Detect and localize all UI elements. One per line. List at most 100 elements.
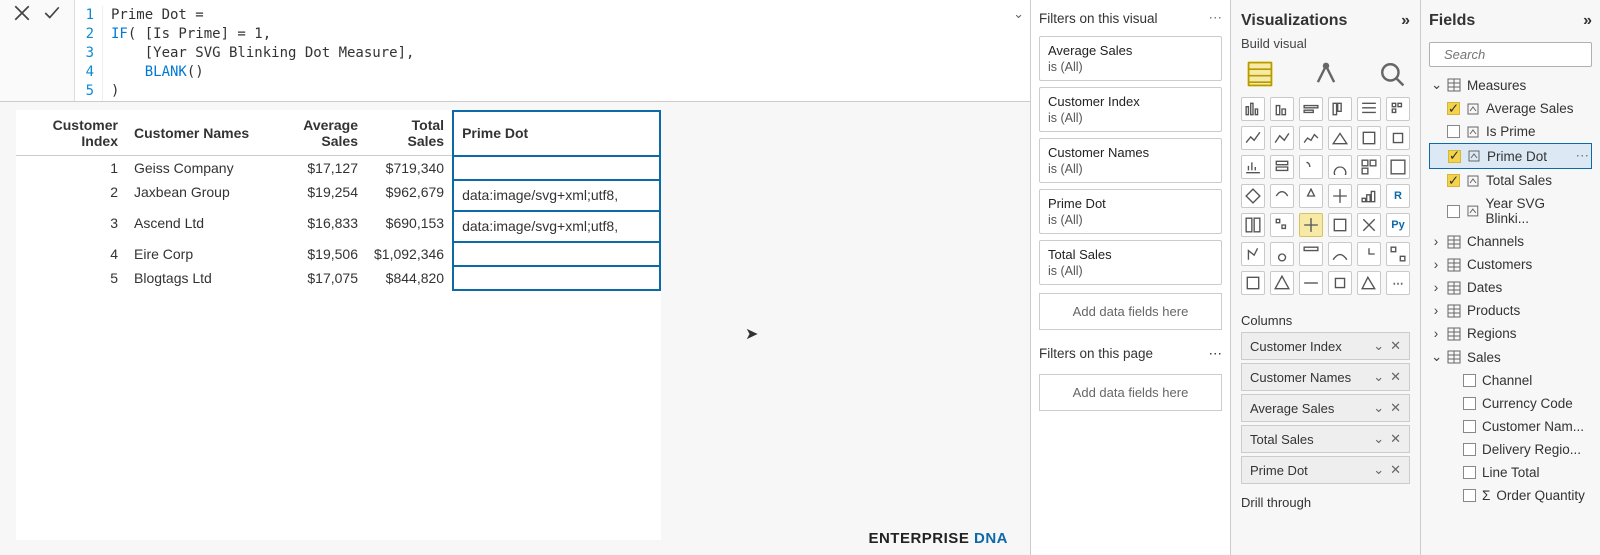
viz-type-icon[interactable] xyxy=(1241,184,1265,208)
viz-mode-format-icon[interactable] xyxy=(1313,61,1339,87)
tree-field[interactable]: ✓Prime Dot⋯ xyxy=(1429,143,1592,169)
field-checkbox[interactable]: ✓ xyxy=(1448,150,1461,163)
tree-column[interactable]: Line Total xyxy=(1429,461,1592,484)
remove-field-icon[interactable]: ✕ xyxy=(1390,431,1401,447)
tree-table[interactable]: ›Customers xyxy=(1429,253,1592,276)
chevron-down-icon[interactable]: ⌄ xyxy=(1373,431,1384,447)
viz-type-icon[interactable] xyxy=(1328,184,1352,208)
tree-field[interactable]: Year SVG Blinki... xyxy=(1429,192,1592,230)
tree-column[interactable]: Delivery Regio... xyxy=(1429,438,1592,461)
tree-table[interactable]: ›Regions xyxy=(1429,322,1592,345)
viz-mode-fields-icon[interactable] xyxy=(1247,61,1273,87)
viz-type-icon[interactable] xyxy=(1299,271,1323,295)
field-checkbox[interactable] xyxy=(1463,374,1476,387)
viz-type-icon[interactable] xyxy=(1241,155,1265,179)
viz-type-icon[interactable] xyxy=(1328,213,1352,237)
viz-type-icon[interactable] xyxy=(1386,97,1410,121)
viz-type-icon[interactable] xyxy=(1299,126,1323,150)
viz-type-icon[interactable] xyxy=(1299,213,1323,237)
code-body[interactable]: Prime Dot = IF( [Is Prime] = 1, [Year SV… xyxy=(103,6,414,101)
viz-type-icon[interactable] xyxy=(1386,155,1410,179)
viz-type-icon[interactable] xyxy=(1386,242,1410,266)
table-row[interactable]: 2 Jaxbean Group $19,254 $962,679 data:im… xyxy=(16,180,660,211)
viz-type-icon[interactable] xyxy=(1241,271,1265,295)
tree-group-measures[interactable]: ⌄Measures xyxy=(1429,73,1592,97)
viz-type-icon[interactable] xyxy=(1357,155,1381,179)
chevron-down-icon[interactable]: ⌄ xyxy=(1373,400,1384,416)
viz-type-icon[interactable] xyxy=(1270,271,1294,295)
viz-type-icon[interactable] xyxy=(1270,184,1294,208)
filters-more-icon[interactable]: ⋯ xyxy=(1209,10,1223,26)
viz-type-icon[interactable] xyxy=(1241,126,1265,150)
viz-mode-analytics-icon[interactable] xyxy=(1379,61,1405,87)
viz-type-icon[interactable] xyxy=(1299,155,1323,179)
filters-page-add[interactable]: Add data fields here xyxy=(1039,374,1222,411)
col-header-prime[interactable]: Prime Dot xyxy=(453,111,660,156)
viz-type-icon[interactable]: Py xyxy=(1386,213,1410,237)
tree-table[interactable]: ›Dates xyxy=(1429,276,1592,299)
tree-table[interactable]: ›Channels xyxy=(1429,230,1592,253)
col-header-total[interactable]: Total Sales xyxy=(366,111,453,156)
fields-search[interactable] xyxy=(1429,42,1592,67)
viz-type-icon[interactable] xyxy=(1241,97,1265,121)
table-row[interactable]: 1 Geiss Company $17,127 $719,340 xyxy=(16,156,660,181)
viz-type-icon[interactable] xyxy=(1386,126,1410,150)
tree-column[interactable]: ΣOrder Quantity xyxy=(1429,484,1592,507)
field-checkbox[interactable] xyxy=(1463,443,1476,456)
field-checkbox[interactable]: ✓ xyxy=(1447,102,1460,115)
fields-collapse-icon[interactable]: » xyxy=(1583,12,1592,30)
field-checkbox[interactable] xyxy=(1447,125,1460,138)
field-checkbox[interactable] xyxy=(1463,489,1476,502)
viz-type-icon[interactable] xyxy=(1328,271,1352,295)
field-well[interactable]: Customer Index⌄✕ xyxy=(1241,332,1410,360)
viz-type-icon[interactable] xyxy=(1357,184,1381,208)
field-checkbox[interactable] xyxy=(1447,205,1460,218)
col-header-avg[interactable]: Average Sales xyxy=(266,111,366,156)
col-header-names[interactable]: Customer Names xyxy=(126,111,266,156)
viz-type-icon[interactable] xyxy=(1357,271,1381,295)
tree-column[interactable]: Currency Code xyxy=(1429,392,1592,415)
filter-card[interactable]: Average Salesis (All) xyxy=(1039,36,1222,81)
viz-type-icon[interactable]: R xyxy=(1386,184,1410,208)
viz-type-icon[interactable] xyxy=(1270,213,1294,237)
tree-field[interactable]: ✓Average Sales xyxy=(1429,97,1592,120)
viz-type-icon[interactable] xyxy=(1357,97,1381,121)
remove-field-icon[interactable]: ✕ xyxy=(1390,462,1401,478)
filter-card[interactable]: Customer Indexis (All) xyxy=(1039,87,1222,132)
tree-table[interactable]: ›Products xyxy=(1429,299,1592,322)
viz-type-icon[interactable] xyxy=(1357,126,1381,150)
viz-type-icon[interactable] xyxy=(1299,184,1323,208)
tree-field[interactable]: ✓Total Sales xyxy=(1429,169,1592,192)
viz-type-icon[interactable] xyxy=(1328,97,1352,121)
field-checkbox[interactable] xyxy=(1463,397,1476,410)
remove-field-icon[interactable]: ✕ xyxy=(1390,400,1401,416)
field-checkbox[interactable] xyxy=(1463,420,1476,433)
table-visual[interactable]: Customer Index Customer Names Average Sa… xyxy=(16,110,661,540)
field-well[interactable]: Total Sales⌄✕ xyxy=(1241,425,1410,453)
tree-table-sales[interactable]: ⌄Sales xyxy=(1429,345,1592,369)
filters-page-more-icon[interactable]: ⋯ xyxy=(1209,346,1223,362)
viz-type-icon[interactable] xyxy=(1328,155,1352,179)
field-well[interactable]: Customer Names⌄✕ xyxy=(1241,363,1410,391)
dax-editor[interactable]: 12345 Prime Dot = IF( [Is Prime] = 1, [Y… xyxy=(75,0,1030,101)
table-row[interactable]: 4 Eire Corp $19,506 $1,092,346 xyxy=(16,242,660,266)
tree-column[interactable]: Customer Nam... xyxy=(1429,415,1592,438)
viz-type-icon[interactable] xyxy=(1328,242,1352,266)
tree-field[interactable]: Is Prime xyxy=(1429,120,1592,143)
viz-type-icon[interactable] xyxy=(1270,155,1294,179)
viz-collapse-icon[interactable]: » xyxy=(1401,12,1410,30)
filter-card[interactable]: Prime Dotis (All) xyxy=(1039,189,1222,234)
viz-type-icon[interactable] xyxy=(1357,213,1381,237)
field-well[interactable]: Average Sales⌄✕ xyxy=(1241,394,1410,422)
viz-type-icon[interactable] xyxy=(1270,126,1294,150)
remove-field-icon[interactable]: ✕ xyxy=(1390,369,1401,385)
viz-type-icon[interactable] xyxy=(1241,242,1265,266)
field-checkbox[interactable]: ✓ xyxy=(1447,174,1460,187)
viz-type-icon[interactable]: ⋯ xyxy=(1386,271,1410,295)
field-more-icon[interactable]: ⋯ xyxy=(1576,148,1590,164)
filter-card[interactable]: Customer Namesis (All) xyxy=(1039,138,1222,183)
formula-expand-chevron-icon[interactable]: ⌄ xyxy=(1013,6,1024,22)
commit-formula-icon[interactable] xyxy=(43,4,61,25)
table-row[interactable]: 3 Ascend Ltd $16,833 $690,153 data:image… xyxy=(16,211,660,242)
viz-type-icon[interactable] xyxy=(1241,213,1265,237)
